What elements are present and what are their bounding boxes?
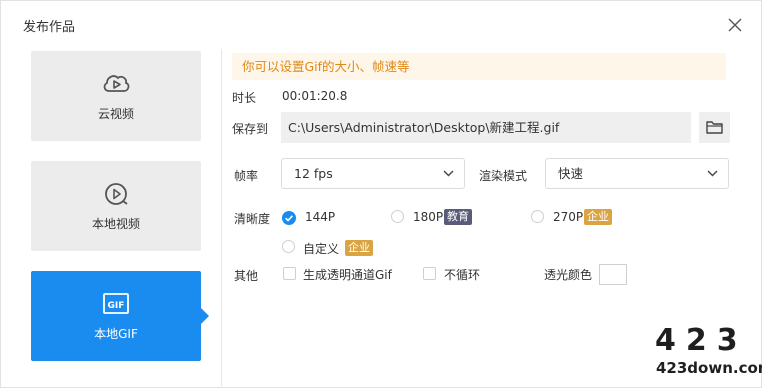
edu-badge: 教育 [444,209,472,225]
sidebar-item-cloud-video[interactable]: 云视频 [31,51,201,141]
radio-144p-label: 144P [305,210,336,224]
other-label: 其他 [234,269,259,283]
divider [221,49,222,388]
gif-icon: GIF [101,289,131,319]
sidebar-item-local-gif[interactable]: GIF 本地GIF [31,271,209,361]
render-mode-select[interactable]: 快速 [545,158,729,189]
radio-144p[interactable] [282,210,296,225]
no-loop-checkbox[interactable] [423,267,436,280]
close-icon[interactable] [725,15,745,35]
publish-dialog: 发布作品 云视频 本地视频 GIF 本地GIF 你可以设置Gif的大小、帧速等 … [0,0,762,388]
watermark-big-text: 423 [655,323,748,358]
frame-rate-select[interactable]: 12 fps [281,158,465,189]
transparent-color-picker[interactable] [599,264,627,285]
radio-270p[interactable] [531,210,544,223]
chevron-down-icon [707,170,718,177]
transparent-gif-label: 生成透明通道Gif [303,268,392,282]
dialog-title: 发布作品 [23,20,76,35]
enterprise-badge: 企业 [584,209,612,225]
radio-180p[interactable] [391,210,404,223]
frame-rate-label: 帧率 [234,169,259,183]
sidebar-item-local-video[interactable]: 本地视频 [31,161,201,251]
local-video-icon [101,179,131,209]
gif-icon-text: GIF [108,301,125,311]
save-to-label: 保存到 [232,122,269,136]
cloud-video-icon [101,69,131,99]
checked-icon [282,211,296,225]
watermark-small-text: 423down.com [656,359,762,377]
radio-180p-label: 180P [413,210,444,224]
save-path-field[interactable]: C:\Users\Administrator\Desktop\新建工程.gif [281,112,691,143]
radio-custom[interactable] [282,240,295,253]
radio-270p-label: 270P [553,210,584,224]
browse-folder-button[interactable] [699,112,730,143]
clarity-label: 清晰度 [234,212,271,226]
no-loop-label: 不循环 [444,268,481,282]
render-mode-value: 快速 [558,166,584,181]
frame-rate-value: 12 fps [294,166,333,181]
sidebar-item-label: 本地GIF [94,327,138,341]
duration-label: 时长 [232,91,257,105]
transparent-color-label: 透光颜色 [544,268,593,282]
sidebar-item-label: 云视频 [97,107,134,121]
folder-icon [706,121,723,134]
chevron-down-icon [443,170,454,177]
watermark-logo: 423 423down.com [653,323,762,383]
duration-value: 00:01:20.8 [282,89,348,103]
tip-banner: 你可以设置Gif的大小、帧速等 [232,53,726,80]
radio-custom-label: 自定义 [303,242,340,256]
sidebar-item-label: 本地视频 [91,217,140,231]
render-mode-label: 渲染模式 [479,169,528,183]
transparent-gif-checkbox[interactable] [283,267,296,280]
enterprise-badge: 企业 [345,240,373,256]
